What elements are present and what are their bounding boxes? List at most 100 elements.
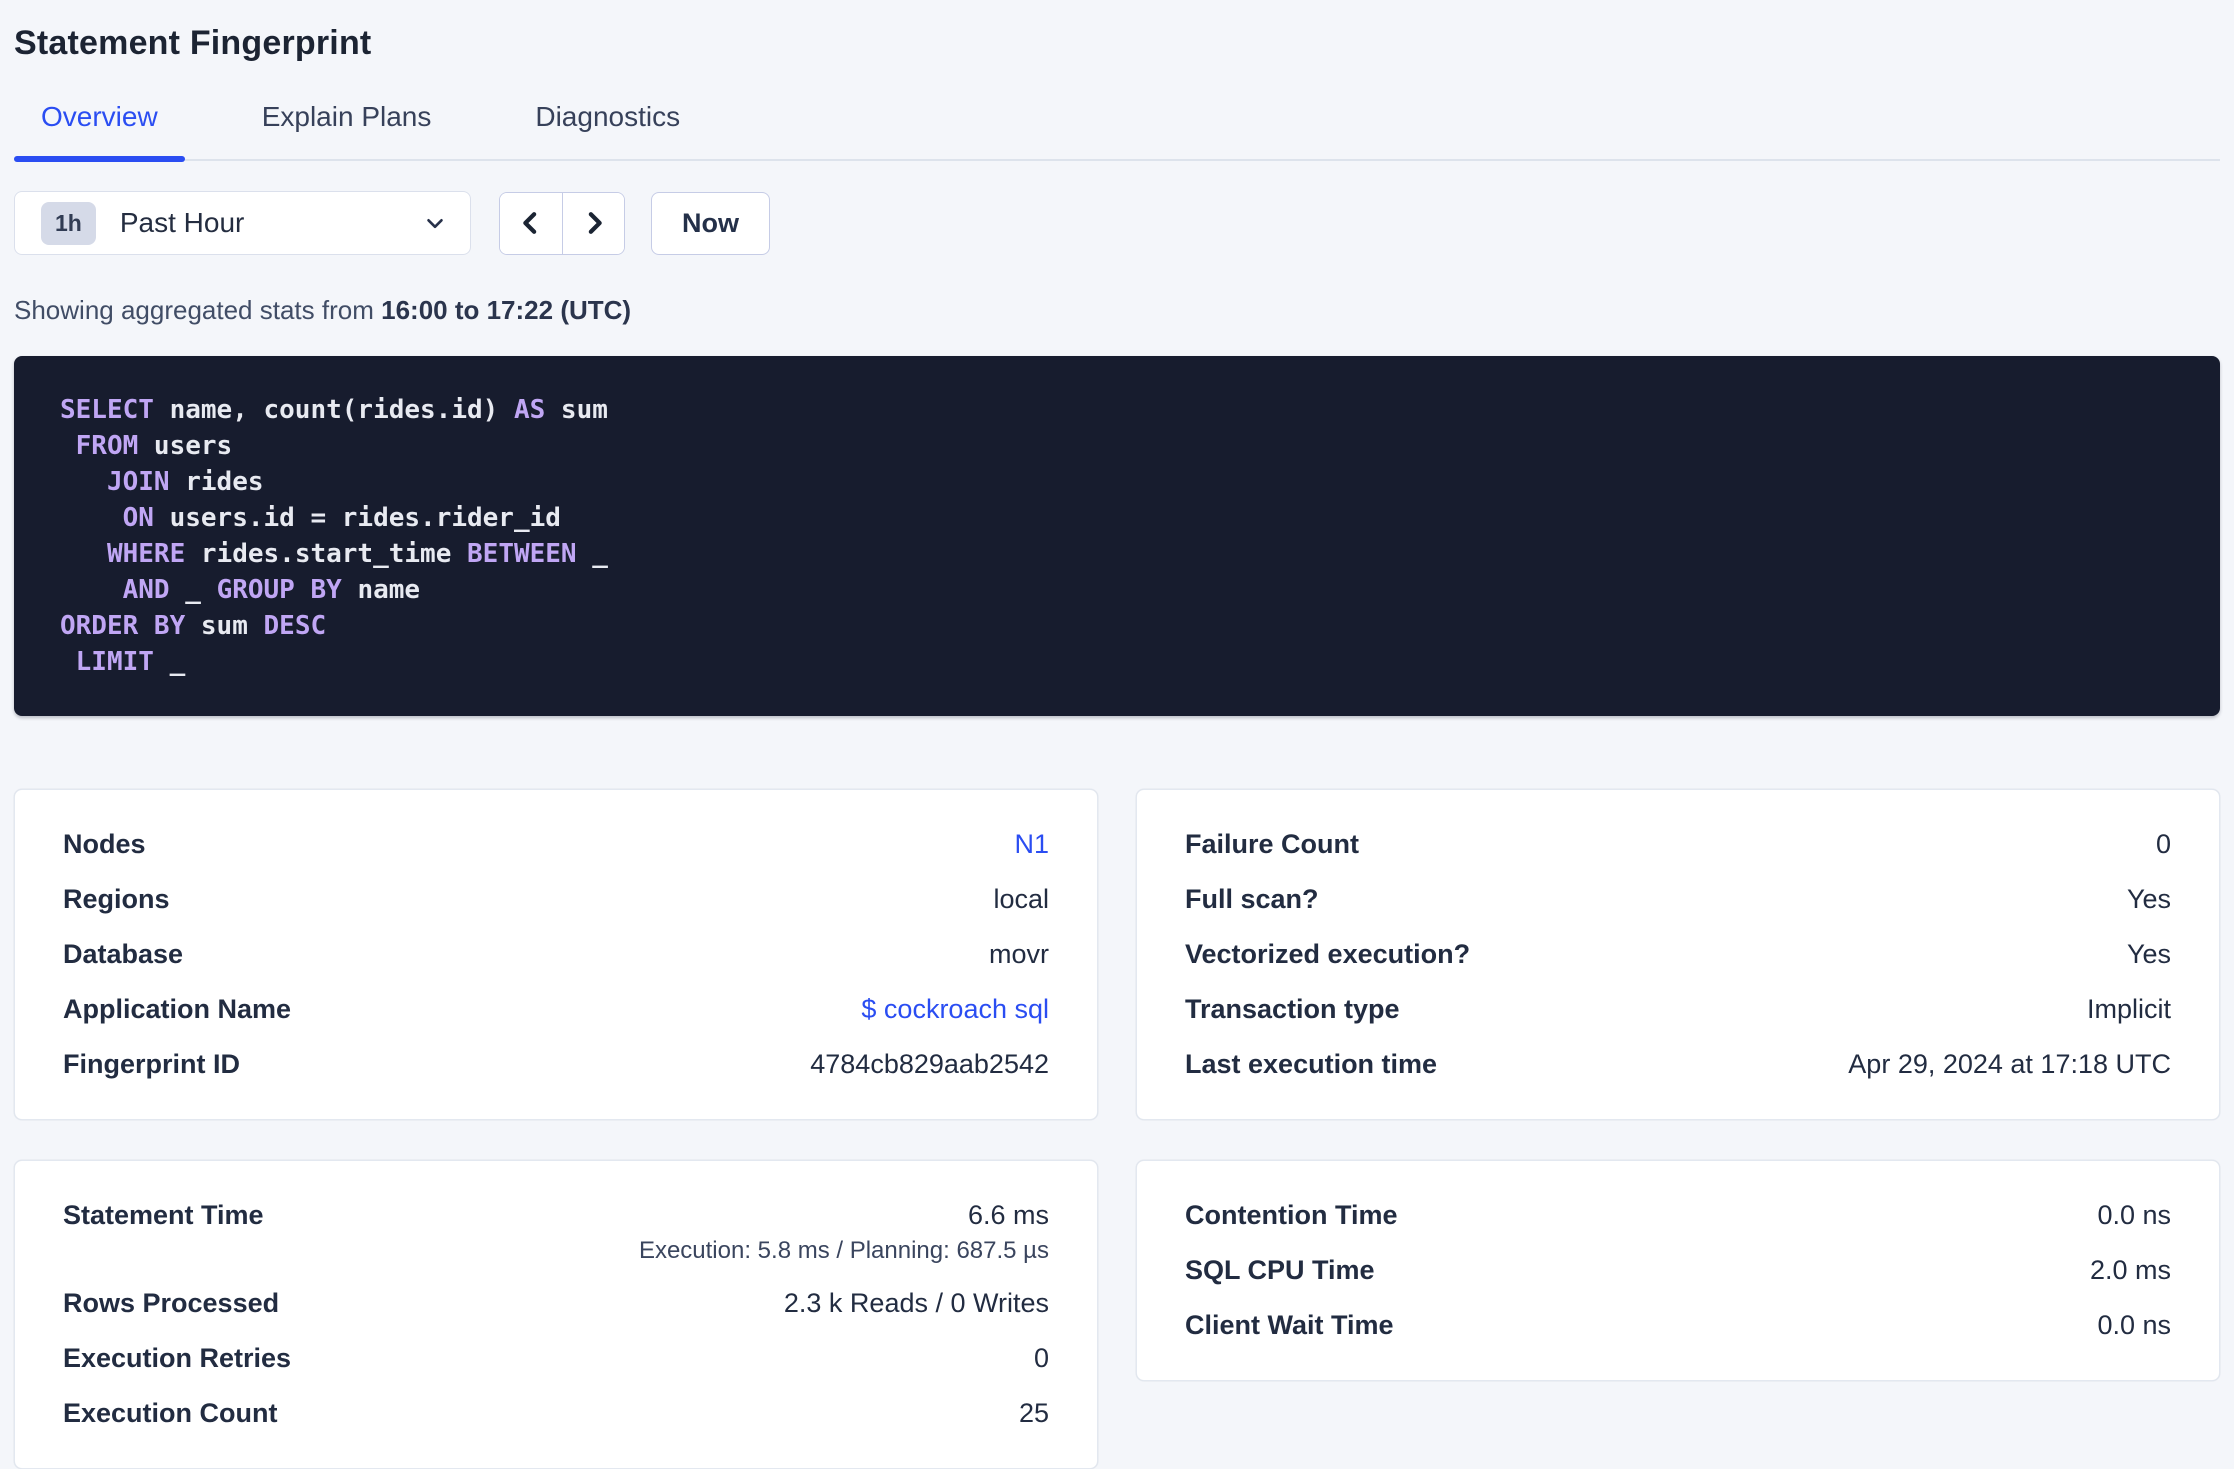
- sql-line: SELECT name, count(rides.id) AS sum: [60, 392, 2174, 428]
- summary-cards-row-2: Statement Time 6.6 ms Execution: 5.8 ms …: [14, 1160, 2220, 1469]
- sql-keyword: BETWEEN: [467, 539, 577, 569]
- statement-time-values: 6.6 ms Execution: 5.8 ms / Planning: 687…: [639, 1200, 1049, 1265]
- failure-count-label: Failure Count: [1185, 829, 1359, 859]
- table-row: Execution Count 25: [63, 1386, 1049, 1441]
- time-range-badge: 1h: [41, 201, 96, 245]
- next-time-range-button[interactable]: [562, 192, 624, 254]
- last-execution-time-value: Apr 29, 2024 at 17:18 UTC: [1848, 1049, 2171, 1079]
- database-value: movr: [989, 939, 1049, 969]
- sql-text: name, count(rides.id): [153, 395, 514, 425]
- summary-cards-row-1: Nodes N1 Regions local Database movr App…: [14, 789, 2220, 1120]
- vectorized-execution-label: Vectorized execution?: [1185, 939, 1471, 969]
- table-row: Full scan? Yes: [1185, 872, 2171, 927]
- table-row: Fingerprint ID 4784cb829aab2542: [63, 1037, 1049, 1092]
- full-scan-label: Full scan?: [1185, 884, 1319, 914]
- sql-text: sum: [545, 395, 608, 425]
- fingerprint-id-value: 4784cb829aab2542: [810, 1049, 1049, 1079]
- database-label: Database: [63, 939, 184, 969]
- time-range-label: Past Hour: [119, 207, 245, 238]
- time-range-arrows: [499, 191, 625, 255]
- regions-value: local: [993, 884, 1049, 914]
- table-row: Application Name $ cockroach sql: [63, 982, 1049, 1037]
- fingerprint-id-label: Fingerprint ID: [63, 1049, 240, 1079]
- sql-keyword: JOIN: [106, 467, 170, 497]
- table-row: Vectorized execution? Yes: [1185, 927, 2171, 982]
- sql-line: WHERE rides.start_time BETWEEN _: [60, 536, 2174, 572]
- application-name-label: Application Name: [63, 994, 292, 1024]
- table-row: Client Wait Time 0.0 ns: [1185, 1298, 2171, 1353]
- table-row: Transaction type Implicit: [1185, 982, 2171, 1037]
- statement-time-label: Statement Time: [63, 1200, 264, 1230]
- tab-diagnostics[interactable]: Diagnostics: [508, 101, 707, 159]
- sql-cpu-time-value: 2.0 ms: [2089, 1255, 2171, 1285]
- contention-time-label: Contention Time: [1185, 1200, 1398, 1230]
- table-row: Rows Processed 2.3 k Reads / 0 Writes: [63, 1276, 1049, 1331]
- client-wait-time-value: 0.0 ns: [2097, 1310, 2171, 1340]
- sql-text: rides.start_time: [185, 539, 468, 569]
- table-row: Last execution time Apr 29, 2024 at 17:1…: [1185, 1037, 2171, 1092]
- aggregated-stats-note: Showing aggregated stats from 16:00 to 1…: [14, 295, 2220, 326]
- sql-text: users.id = rides.rider_id: [153, 503, 561, 533]
- sql-text: sum: [185, 611, 264, 641]
- execution-count-value: 25: [1018, 1398, 1049, 1428]
- regions-label: Regions: [63, 884, 170, 914]
- table-row: Failure Count 0: [1185, 817, 2171, 872]
- page-title: Statement Fingerprint: [14, 24, 372, 62]
- sql-line: LIMIT _: [60, 644, 2174, 680]
- time-range-dropdown[interactable]: 1h Past Hour: [14, 191, 471, 255]
- sql-line: FROM users: [60, 428, 2174, 464]
- sql-keyword: WHERE: [106, 539, 186, 569]
- execution-stats-card: Statement Time 6.6 ms Execution: 5.8 ms …: [14, 1160, 1098, 1469]
- sql-keyword: AND: [122, 575, 170, 605]
- chevron-right-icon: [579, 208, 609, 238]
- contention-time-value: 0.0 ns: [2097, 1200, 2171, 1230]
- rows-processed-label: Rows Processed: [63, 1288, 280, 1318]
- sql-keyword: LIMIT: [75, 647, 154, 677]
- time-controls: 1h Past Hour Now: [14, 191, 2220, 255]
- sql-statement-box: SELECT name, count(rides.id) AS sum FROM…: [14, 356, 2220, 716]
- statement-details-card: Nodes N1 Regions local Database movr App…: [14, 789, 1098, 1120]
- now-button[interactable]: Now: [651, 191, 770, 255]
- vectorized-execution-value: Yes: [2126, 939, 2171, 969]
- nodes-value-link[interactable]: N1: [1014, 829, 1049, 860]
- sql-line: AND _ GROUP BY name: [60, 572, 2174, 608]
- table-row: Database movr: [63, 927, 1049, 982]
- sql-line: ORDER BY sum DESC: [60, 608, 2174, 644]
- execution-count-label: Execution Count: [63, 1398, 278, 1428]
- full-scan-value: Yes: [2126, 884, 2171, 914]
- sql-keyword: GROUP BY: [216, 575, 342, 605]
- aggregated-stats-prefix: Showing aggregated stats from: [14, 295, 382, 325]
- sql-text: name: [341, 575, 421, 605]
- execution-retries-label: Execution Retries: [63, 1343, 292, 1373]
- chevron-down-icon: [422, 210, 448, 236]
- transaction-type-value: Implicit: [2086, 994, 2171, 1024]
- table-row: Regions local: [63, 872, 1049, 927]
- chevron-left-icon: [516, 208, 546, 238]
- statement-time-value: 6.6 ms: [967, 1200, 1049, 1230]
- sql-text: _: [169, 575, 217, 605]
- transaction-type-label: Transaction type: [1185, 994, 1400, 1024]
- sql-text: _: [576, 539, 608, 569]
- aggregated-stats-range: 16:00 to 17:22 (UTC): [381, 295, 632, 325]
- sql-keyword: SELECT: [60, 395, 154, 425]
- sql-text: users: [138, 431, 233, 461]
- execution-retries-value: 0: [1033, 1343, 1049, 1373]
- application-name-value-link[interactable]: $ cockroach sql: [861, 994, 1049, 1025]
- sql-keyword: DESC: [263, 611, 327, 641]
- previous-time-range-button[interactable]: [500, 192, 562, 254]
- tab-explain-plans[interactable]: Explain Plans: [235, 101, 459, 159]
- sql-keyword: ON: [122, 503, 154, 533]
- sql-line: ON users.id = rides.rider_id: [60, 500, 2174, 536]
- table-row: SQL CPU Time 2.0 ms: [1185, 1243, 2171, 1298]
- statement-fingerprint-page: Statement Fingerprint Overview Explain P…: [0, 0, 2234, 1469]
- table-row: Execution Retries 0: [63, 1331, 1049, 1386]
- client-wait-time-label: Client Wait Time: [1185, 1310, 1394, 1340]
- rows-processed-value: 2.3 k Reads / 0 Writes: [783, 1288, 1049, 1318]
- tab-overview[interactable]: Overview: [14, 101, 185, 162]
- sql-text: rides: [169, 467, 264, 497]
